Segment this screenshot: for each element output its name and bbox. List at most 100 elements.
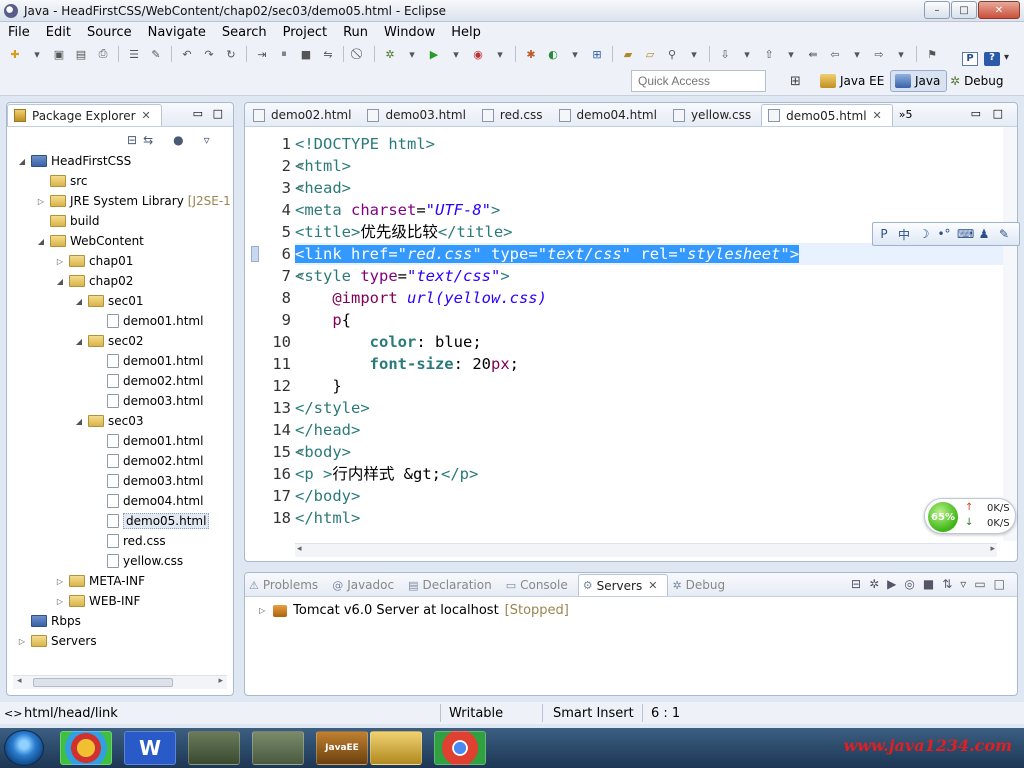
- expand-arrow-icon[interactable]: ▷: [55, 597, 65, 606]
- tree-item[interactable]: ▷ Servers: [17, 631, 231, 651]
- dropdown-icon[interactable]: ▾: [29, 46, 45, 62]
- dropdown-icon[interactable]: ▾: [567, 46, 583, 62]
- tab-overflow[interactable]: »5: [899, 108, 913, 121]
- last-edit-icon[interactable]: ⇚: [805, 46, 821, 62]
- source-code[interactable]: <!DOCTYPE html> <html> <head> <meta charset…: [295, 133, 1003, 529]
- tree-item[interactable]: demo01.html: [17, 351, 231, 371]
- ime-button[interactable]: •°: [937, 227, 951, 241]
- ime-button[interactable]: P: [877, 227, 891, 241]
- open-folder-icon[interactable]: ▰: [620, 46, 636, 62]
- code-line[interactable]: <head>: [295, 177, 1003, 199]
- options-icon[interactable]: ▾: [1004, 52, 1009, 63]
- tab-console[interactable]: ▭ Console: [502, 574, 578, 596]
- editor-tab[interactable]: demo04.html: [553, 104, 667, 126]
- tree-item[interactable]: ◢ sec03: [17, 411, 231, 431]
- tree-item[interactable]: demo01.html: [17, 311, 231, 331]
- taskbar-app-tool-icon[interactable]: [252, 731, 304, 765]
- editor-tab[interactable]: demo05.html ✕: [761, 104, 893, 126]
- tab-debug[interactable]: ✲ Debug: [668, 574, 735, 596]
- code-line[interactable]: p{: [295, 309, 1003, 331]
- network-monitor-widget[interactable]: 65% ↑ ↓ 0K/S 0K/S: [924, 498, 1016, 534]
- open-type-icon[interactable]: ⊞: [589, 46, 605, 62]
- perspective-debug[interactable]: ✲ Debug: [946, 70, 1010, 92]
- pin-editor-icon[interactable]: ⚑: [924, 46, 940, 62]
- start-button[interactable]: [4, 730, 44, 766]
- perspective-java-ee[interactable]: Java EE: [816, 70, 890, 92]
- start-server-icon[interactable]: ▶: [887, 577, 896, 591]
- vertical-scrollbar[interactable]: [1003, 127, 1017, 541]
- tree-item[interactable]: ◢ chap02: [17, 271, 231, 291]
- minimize-view-icon[interactable]: ▭: [974, 577, 985, 591]
- search-icon[interactable]: ⚲: [664, 46, 680, 62]
- tab-javadoc[interactable]: @ Javadoc: [328, 574, 404, 596]
- step-icon[interactable]: ⇥: [254, 46, 270, 62]
- new-java-class-icon[interactable]: ◐: [545, 46, 561, 62]
- code-line[interactable]: </style>: [295, 397, 1003, 419]
- taskbar-app-chrome-icon[interactable]: [434, 731, 486, 765]
- profile-icon[interactable]: ◎: [904, 577, 914, 591]
- menu-help[interactable]: Help: [443, 25, 489, 40]
- tree-item[interactable]: demo03.html: [17, 471, 231, 491]
- collapse-icon[interactable]: ⊟: [851, 577, 861, 591]
- dropdown-icon[interactable]: ▾: [783, 46, 799, 62]
- toggle-breadcrumb-icon[interactable]: ☰: [126, 46, 142, 62]
- tree-item[interactable]: yellow.css: [17, 551, 231, 571]
- save-icon[interactable]: ▣: [51, 46, 67, 62]
- dropdown-icon[interactable]: ▾: [404, 46, 420, 62]
- tree-item[interactable]: ▷ META-INF: [17, 571, 231, 591]
- tree-item[interactable]: ◢ sec02: [17, 331, 231, 351]
- tree-item[interactable]: build: [17, 211, 231, 231]
- dropdown-icon[interactable]: ▾: [739, 46, 755, 62]
- mark-occurrences-icon[interactable]: ✎: [148, 46, 164, 62]
- previous-annotation-icon[interactable]: ⇧: [761, 46, 777, 62]
- editor-tab[interactable]: demo02.html: [247, 104, 361, 126]
- taskbar-app-eclipse-javaee[interactable]: JavaEE: [316, 731, 368, 765]
- collapse-arrow-icon[interactable]: ◢: [36, 237, 46, 246]
- minimize-view-icon[interactable]: ▭: [193, 107, 203, 120]
- save-all-icon[interactable]: ▤: [73, 46, 89, 62]
- menu-source[interactable]: Source: [79, 25, 140, 40]
- menu-navigate[interactable]: Navigate: [140, 25, 214, 40]
- code-line[interactable]: font-size: 20px;: [295, 353, 1003, 375]
- tab-package-explorer[interactable]: Package Explorer ✕: [7, 104, 162, 126]
- dropdown-icon[interactable]: ▾: [849, 46, 865, 62]
- publish-icon[interactable]: ⇅: [942, 577, 952, 591]
- menu-file[interactable]: File: [0, 25, 38, 40]
- tree-item[interactable]: demo05.html: [17, 511, 231, 531]
- menu-edit[interactable]: Edit: [38, 25, 79, 40]
- code-line[interactable]: @import url(yellow.css): [295, 287, 1003, 309]
- tree-item[interactable]: demo04.html: [17, 491, 231, 511]
- code-line[interactable]: <p >行内样式 &gt;</p>: [295, 463, 1003, 485]
- run-icon[interactable]: ▶: [426, 46, 442, 62]
- maximize-button[interactable]: □: [951, 1, 977, 19]
- code-line[interactable]: </head>: [295, 419, 1003, 441]
- undo-icon[interactable]: ↶: [179, 46, 195, 62]
- taskbar-app-color-icon[interactable]: [60, 731, 112, 765]
- ime-toolbar[interactable]: P 中 ☽ •° ⌨ ♟ ✎: [872, 222, 1020, 246]
- forward-icon[interactable]: ⇨: [871, 46, 887, 62]
- expand-arrow-icon[interactable]: ▷: [55, 577, 65, 586]
- menu-run[interactable]: Run: [335, 25, 376, 40]
- help-icon[interactable]: ?: [984, 52, 1000, 66]
- perspective-java[interactable]: Java: [890, 70, 948, 92]
- link-editor-icon[interactable]: ⇆: [143, 133, 153, 147]
- tree-item[interactable]: demo01.html: [17, 431, 231, 451]
- expand-arrow-icon[interactable]: ▷: [17, 637, 27, 646]
- server-icon[interactable]: ✱: [523, 46, 539, 62]
- expand-arrow-icon[interactable]: ▷: [259, 606, 265, 615]
- code-line[interactable]: }: [295, 375, 1003, 397]
- redo-icon[interactable]: ↷: [201, 46, 217, 62]
- skip-breakpoints-icon[interactable]: ⃠: [351, 46, 367, 62]
- open-perspective-icon[interactable]: ⊞: [790, 74, 801, 89]
- collapse-all-icon[interactable]: ⊟: [127, 133, 137, 147]
- ime-button[interactable]: ♟: [977, 227, 991, 241]
- ime-button[interactable]: 中: [897, 226, 911, 243]
- dropdown-icon[interactable]: ▾: [448, 46, 464, 62]
- new-icon[interactable]: ✚: [7, 46, 23, 62]
- view-menu-icon[interactable]: ▿: [960, 577, 966, 591]
- horizontal-scrollbar[interactable]: ◂ ▸: [13, 675, 227, 689]
- code-line[interactable]: <html>: [295, 155, 1003, 177]
- code-line[interactable]: <link href="red.css" type="text/css" rel…: [295, 243, 1003, 265]
- maximize-view-icon[interactable]: □: [994, 577, 1005, 591]
- tab-declaration[interactable]: ▤ Declaration: [404, 574, 502, 596]
